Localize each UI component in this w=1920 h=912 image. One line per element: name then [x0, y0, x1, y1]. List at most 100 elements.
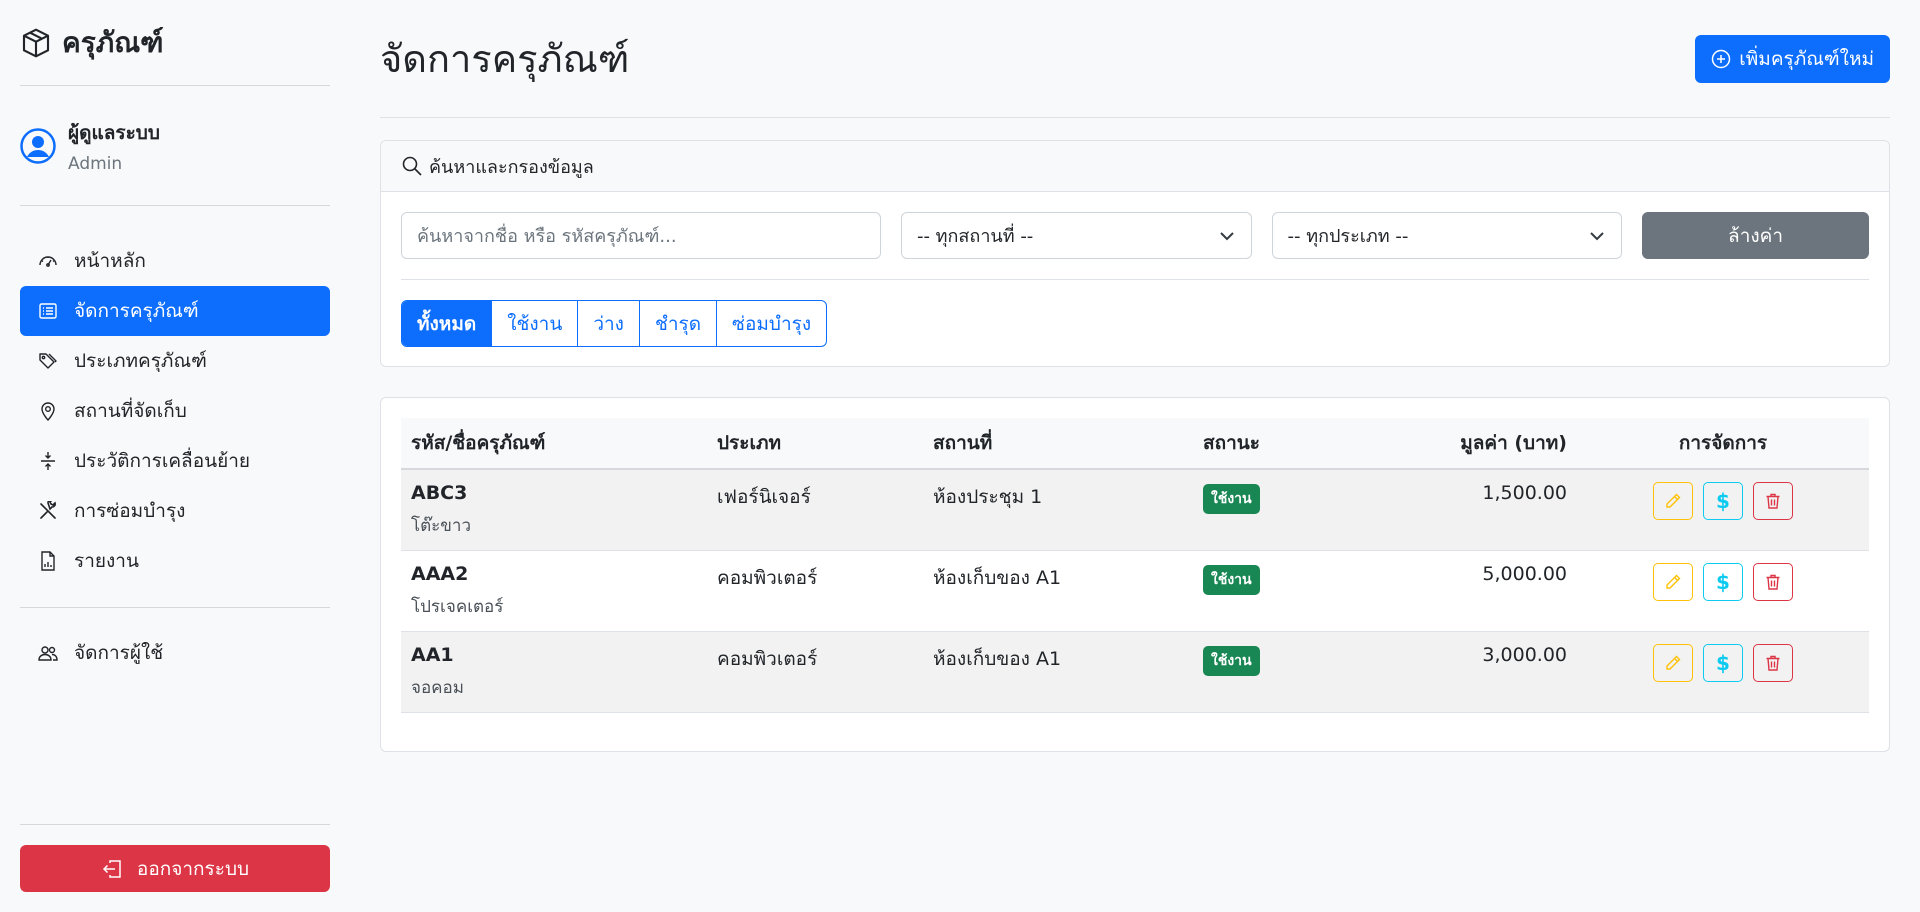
equipment-code: AAA2: [411, 562, 469, 585]
filter-card-header: ค้นหาและกรองข้อมูล: [381, 141, 1889, 192]
dollar-icon: $: [1716, 650, 1730, 675]
brand: ครุภัณฑ์: [20, 0, 330, 86]
sidebar-item-dashboard[interactable]: หน้าหลัก: [20, 236, 330, 286]
sidebar-item-movements[interactable]: ประวัติการเคลื่อนย้าย: [20, 436, 330, 486]
equipment-table: รหัส/ชื่อครุภัณฑ์ ประเภท สถานที่ สถานะ ม…: [401, 418, 1869, 713]
tab-damaged[interactable]: ชำรุด: [638, 301, 716, 346]
logout-label: ออกจากระบบ: [136, 857, 250, 880]
report-icon: [41, 551, 55, 571]
search-icon: [402, 156, 422, 176]
clear-button[interactable]: ล้างค่า: [1642, 212, 1870, 259]
edit-button[interactable]: [1653, 643, 1693, 682]
table-row: ABC3 โต๊ะขาว เฟอร์นิเจอร์ ห้องประชุม 1 ใช…: [401, 469, 1869, 550]
user-name: ผู้ดูแลระบบ: [68, 121, 160, 144]
value-button[interactable]: $: [1703, 562, 1743, 601]
nav-divider: [20, 607, 330, 608]
delete-button[interactable]: [1753, 562, 1793, 601]
sidebar-item-equipment[interactable]: จัดการครุภัณฑ์: [20, 286, 330, 336]
value-button[interactable]: $: [1703, 643, 1743, 682]
equipment-code: ABC3: [411, 482, 468, 504]
edit-button[interactable]: [1653, 482, 1693, 520]
equipment-name: จอคอม: [411, 677, 464, 698]
table-row: AAA2 โปรเจคเตอร์ คอมพิวเตอร์ ห้องเก็บของ …: [401, 550, 1869, 631]
equipment-code: AA1: [411, 643, 454, 666]
sidebar-item-label: ประเภทครุภัณฑ์: [74, 350, 207, 372]
sidebar-item-label: สถานที่จัดเก็บ: [74, 400, 187, 422]
location-select[interactable]: -- ทุกสถานที่ --: [900, 212, 1252, 259]
users-icon: [38, 646, 58, 661]
trash-icon: [1766, 574, 1780, 590]
tab-available[interactable]: ว่าง: [577, 301, 639, 346]
status-tabs: ทั้งหมด ใช้งาน ว่าง ชำรุด ซ่อมบำรุง: [401, 300, 828, 347]
col-value: มูลค่า (บาท): [1460, 432, 1567, 454]
add-equipment-button[interactable]: เพิ่มครุภัณฑ์ใหม่: [1695, 34, 1890, 83]
table-row: AA1 จอคอม คอมพิวเตอร์ ห้องเก็บของ A1 ใช้ง…: [401, 631, 1869, 712]
move-icon: [41, 452, 55, 470]
dollar-icon: $: [1716, 569, 1730, 594]
col-actions: การจัดการ: [1678, 432, 1768, 454]
sidebar: ครุภัณฑ์ ผู้ดูแลระบบ Admin หน้าหลัก จัดก…: [0, 0, 350, 912]
dollar-icon: $: [1716, 489, 1730, 513]
pencil-icon: [1666, 493, 1681, 508]
filter-card: ค้นหาและกรองข้อมูล ค้นหาจากชื่อ หรือ รหั…: [380, 140, 1890, 367]
delete-button[interactable]: [1753, 643, 1793, 682]
col-code-name: รหัส/ชื่อครุภัณฑ์: [411, 432, 546, 454]
equipment-location: ห้องเก็บของ A1: [933, 647, 1062, 670]
equipment-location: ห้องประชุม 1: [933, 486, 1043, 508]
sidebar-item-locations[interactable]: สถานที่จัดเก็บ: [20, 386, 330, 436]
equipment-name: โปรเจคเตอร์: [411, 596, 504, 617]
logout-icon: [102, 859, 121, 878]
page-title: จัดการครุภัณฑ์: [380, 37, 630, 81]
tab-maintenance[interactable]: ซ่อมบำรุง: [716, 301, 826, 346]
sidebar-item-maintenance[interactable]: การซ่อมบำรุง: [20, 486, 330, 536]
equipment-name: โต๊ะขาว: [411, 516, 472, 536]
dashboard-icon: [39, 256, 57, 267]
equipment-category: เฟอร์นิเจอร์: [717, 486, 811, 508]
status-badge: ใช้งาน: [1203, 564, 1260, 595]
filter-row: ค้นหาจากชื่อ หรือ รหัสครุภัณฑ์... -- ทุก…: [401, 192, 1870, 280]
delete-button[interactable]: [1753, 482, 1793, 520]
sidebar-item-label: จัดการผู้ใช้: [74, 642, 164, 664]
category-select-value: -- ทุกประเภท --: [1287, 226, 1409, 247]
brand-title: ครุภัณฑ์: [62, 25, 164, 59]
col-location: สถานที่: [933, 432, 993, 454]
sidebar-item-categories[interactable]: ประเภทครุภัณฑ์: [20, 336, 330, 386]
location-pin-icon: [41, 402, 55, 421]
equipment-category: คอมพิวเตอร์: [717, 647, 818, 670]
sidebar-item-label: ประวัติการเคลื่อนย้าย: [74, 450, 251, 472]
row-actions: $: [1587, 482, 1859, 520]
status-badge: ใช้งาน: [1203, 484, 1260, 514]
sidebar-item-label: หน้าหลัก: [74, 250, 146, 272]
chevron-down-icon: [1219, 231, 1234, 240]
trash-icon: [1766, 493, 1780, 509]
equipment-value: 5,000.00: [1482, 562, 1567, 585]
pencil-icon: [1666, 574, 1681, 589]
main-content: จัดการครุภัณฑ์ เพิ่มครุภัณฑ์ใหม่ ค้นหาแล…: [380, 0, 1890, 752]
search-input[interactable]: ค้นหาจากชื่อ หรือ รหัสครุภัณฑ์...: [401, 212, 881, 259]
status-badge: ใช้งาน: [1203, 645, 1260, 676]
value-button[interactable]: $: [1703, 482, 1743, 520]
tab-in-use[interactable]: ใช้งาน: [491, 301, 577, 346]
user-avatar-icon: [20, 127, 56, 164]
sidebar-item-reports[interactable]: รายงาน: [20, 536, 330, 586]
equipment-value: 3,000.00: [1482, 643, 1567, 666]
add-button-label: เพิ่มครุภัณฑ์ใหม่: [1739, 47, 1874, 70]
sidebar-item-label: จัดการครุภัณฑ์: [74, 300, 199, 322]
plus-circle-icon: [1712, 49, 1731, 68]
user-role: Admin: [68, 153, 123, 174]
sidebar-item-users[interactable]: จัดการผู้ใช้: [20, 628, 330, 678]
pencil-icon: [1666, 655, 1681, 670]
page-header: จัดการครุภัณฑ์ เพิ่มครุภัณฑ์ใหม่: [380, 0, 1890, 118]
equipment-value: 1,500.00: [1482, 482, 1567, 504]
col-status: สถานะ: [1203, 432, 1260, 454]
list-icon: [39, 303, 57, 319]
edit-button[interactable]: [1653, 562, 1693, 601]
equipment-location: ห้องเก็บของ A1: [933, 566, 1062, 589]
category-select[interactable]: -- ทุกประเภท --: [1271, 212, 1623, 259]
tools-icon: [40, 501, 56, 519]
user-panel: ผู้ดูแลระบบ Admin: [20, 86, 330, 206]
tab-all[interactable]: ทั้งหมด: [402, 301, 492, 346]
logout-section: ออกจากระบบ: [20, 824, 330, 892]
table-header-row: รหัส/ชื่อครุภัณฑ์ ประเภท สถานที่ สถานะ ม…: [401, 418, 1869, 469]
logout-button[interactable]: ออกจากระบบ: [20, 845, 330, 892]
